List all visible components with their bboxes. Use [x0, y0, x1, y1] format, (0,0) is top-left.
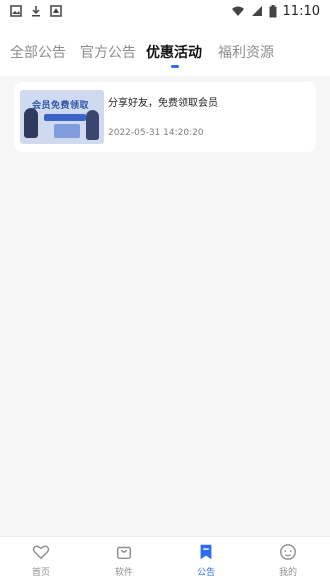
nav-home[interactable]: 首页 [11, 543, 71, 578]
notice-card[interactable]: 会员免费领取 分享好友，免费领取会员 2022-05-31 14:20:20 [14, 82, 316, 152]
notice-timestamp: 2022-05-31 14:20:20 [108, 128, 204, 138]
download-icon [32, 6, 40, 17]
status-left-icons [10, 5, 62, 17]
screenshot-icon [50, 5, 62, 17]
notice-list: 会员免费领取 分享好友，免费领取会员 2022-05-31 14:20:20 [0, 76, 330, 536]
tab-official-notices[interactable]: 官方公告 [80, 42, 136, 62]
heart-icon [32, 545, 50, 560]
status-bar: 11:10 [0, 0, 330, 22]
nav-notices[interactable]: 公告 [176, 543, 236, 578]
thumbnail-banner-text: 会员免费领取 [32, 101, 90, 111]
active-tab-indicator [171, 65, 179, 68]
bag-icon [116, 546, 132, 560]
tab-promotions[interactable]: 优惠活动 [146, 42, 202, 62]
nav-notices-label: 公告 [196, 568, 215, 578]
person-illustration [86, 110, 99, 140]
nav-software[interactable]: 软件 [94, 543, 154, 578]
signal-icon [251, 6, 262, 16]
notice-tabs: 全部公告 官方公告 优惠活动 福利资源 [0, 22, 330, 76]
status-right-icons: 11:10 [231, 4, 320, 19]
nav-profile-label: 我的 [278, 568, 297, 578]
tab-welfare-resources[interactable]: 福利资源 [218, 42, 274, 62]
nav-profile[interactable]: 我的 [258, 543, 318, 578]
thumbnail-subtitle-bar [44, 114, 86, 121]
wifi-icon [231, 6, 244, 16]
notice-title: 分享好友，免费领取会员 [108, 98, 218, 109]
laptop-illustration [54, 124, 80, 138]
battery-icon [269, 4, 277, 17]
status-time: 11:10 [282, 3, 320, 19]
image-icon [10, 5, 22, 17]
smile-icon [280, 544, 296, 560]
notice-thumbnail: 会员免费领取 [20, 90, 104, 144]
bottom-navigation: 首页 软件 公告 我的 [0, 536, 330, 586]
nav-home-label: 首页 [31, 568, 50, 578]
tab-all-notices[interactable]: 全部公告 [10, 42, 66, 62]
nav-software-label: 软件 [114, 568, 133, 578]
bookmark-icon [200, 544, 212, 560]
person-illustration [24, 108, 38, 138]
